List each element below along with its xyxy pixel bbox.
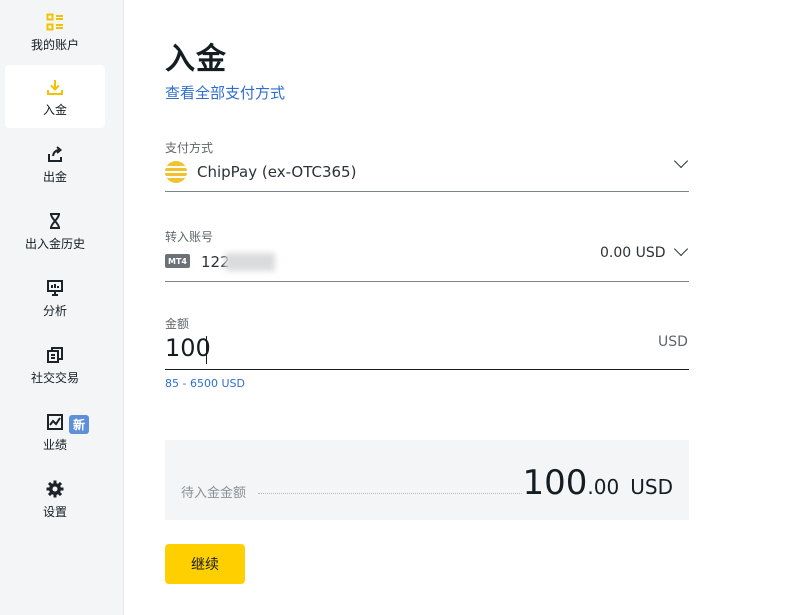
sidebar-item-performance[interactable]: 业绩 <box>5 400 105 463</box>
download-icon <box>45 77 65 97</box>
sidebar: 我的账户 入金 出金 出入金历史 分析 社交交易 业绩 新 设置 <box>0 0 124 615</box>
summary-amount: 100.00 USD <box>522 463 673 503</box>
payment-method-label: 支付方式 <box>165 141 214 155</box>
account-label: 转入账号 <box>165 230 214 244</box>
presentation-chart-icon <box>45 278 65 298</box>
grid-list-icon <box>45 12 65 32</box>
payment-method-value: ChipPay (ex-OTC365) <box>197 163 357 181</box>
amount-label: 金额 <box>165 317 190 331</box>
sidebar-item-label: 入金 <box>42 103 67 117</box>
sidebar-item-settings[interactable]: 设置 <box>5 467 105 530</box>
sidebar-item-history[interactable]: 出入金历史 <box>5 199 105 262</box>
copy-icon <box>45 345 65 365</box>
sidebar-item-deposit[interactable]: 入金 <box>5 65 105 128</box>
view-all-payment-methods-link[interactable]: 查看全部支付方式 <box>165 82 285 103</box>
amount-range-hint: 85 - 6500 USD <box>165 377 245 390</box>
summary-amount-dec: .00 <box>587 475 620 499</box>
summary-label: 待入金金额 <box>181 486 247 501</box>
chippay-logo-icon <box>165 161 187 183</box>
sidebar-item-label: 设置 <box>42 505 67 519</box>
chevron-down-icon[interactable] <box>673 153 689 169</box>
account-balance: 0.00 USD <box>600 245 666 261</box>
sidebar-item-my-account[interactable]: 我的账户 <box>5 0 105 63</box>
upload-icon <box>45 144 65 164</box>
summary-dotted-leader <box>258 493 522 494</box>
summary-currency: USD <box>630 475 673 499</box>
sidebar-item-label: 我的账户 <box>30 38 79 52</box>
mt4-badge: MT4 <box>165 254 190 268</box>
gear-icon <box>45 479 65 499</box>
sidebar-item-label: 出入金历史 <box>24 237 85 251</box>
text-cursor <box>206 336 207 364</box>
line-chart-icon <box>45 412 65 432</box>
redacted-account-digits <box>225 253 275 271</box>
sidebar-item-social-trading[interactable]: 社交交易 <box>5 333 105 396</box>
chevron-down-icon[interactable] <box>673 241 689 257</box>
continue-button[interactable]: 继续 <box>165 544 245 584</box>
amount-field[interactable]: 金额 100 USD <box>165 314 689 370</box>
sidebar-item-label: 业绩 <box>42 438 67 452</box>
amount-input[interactable]: 100 <box>165 334 211 362</box>
sidebar-item-analysis[interactable]: 分析 <box>5 266 105 329</box>
amount-currency: USD <box>658 334 688 350</box>
payment-method-select[interactable]: 支付方式 ChipPay (ex-OTC365) <box>165 138 689 192</box>
sidebar-item-withdraw[interactable]: 出金 <box>5 132 105 195</box>
new-badge: 新 <box>69 415 89 434</box>
sidebar-item-label: 社交交易 <box>30 371 79 385</box>
summary-amount-int: 100 <box>522 463 588 503</box>
page-title: 入金 <box>165 42 227 77</box>
sidebar-item-label: 出金 <box>42 170 67 184</box>
sidebar-item-label: 分析 <box>42 304 67 318</box>
account-select[interactable]: 转入账号 MT4 122 0.00 USD <box>165 227 689 282</box>
hourglass-icon <box>45 211 65 231</box>
